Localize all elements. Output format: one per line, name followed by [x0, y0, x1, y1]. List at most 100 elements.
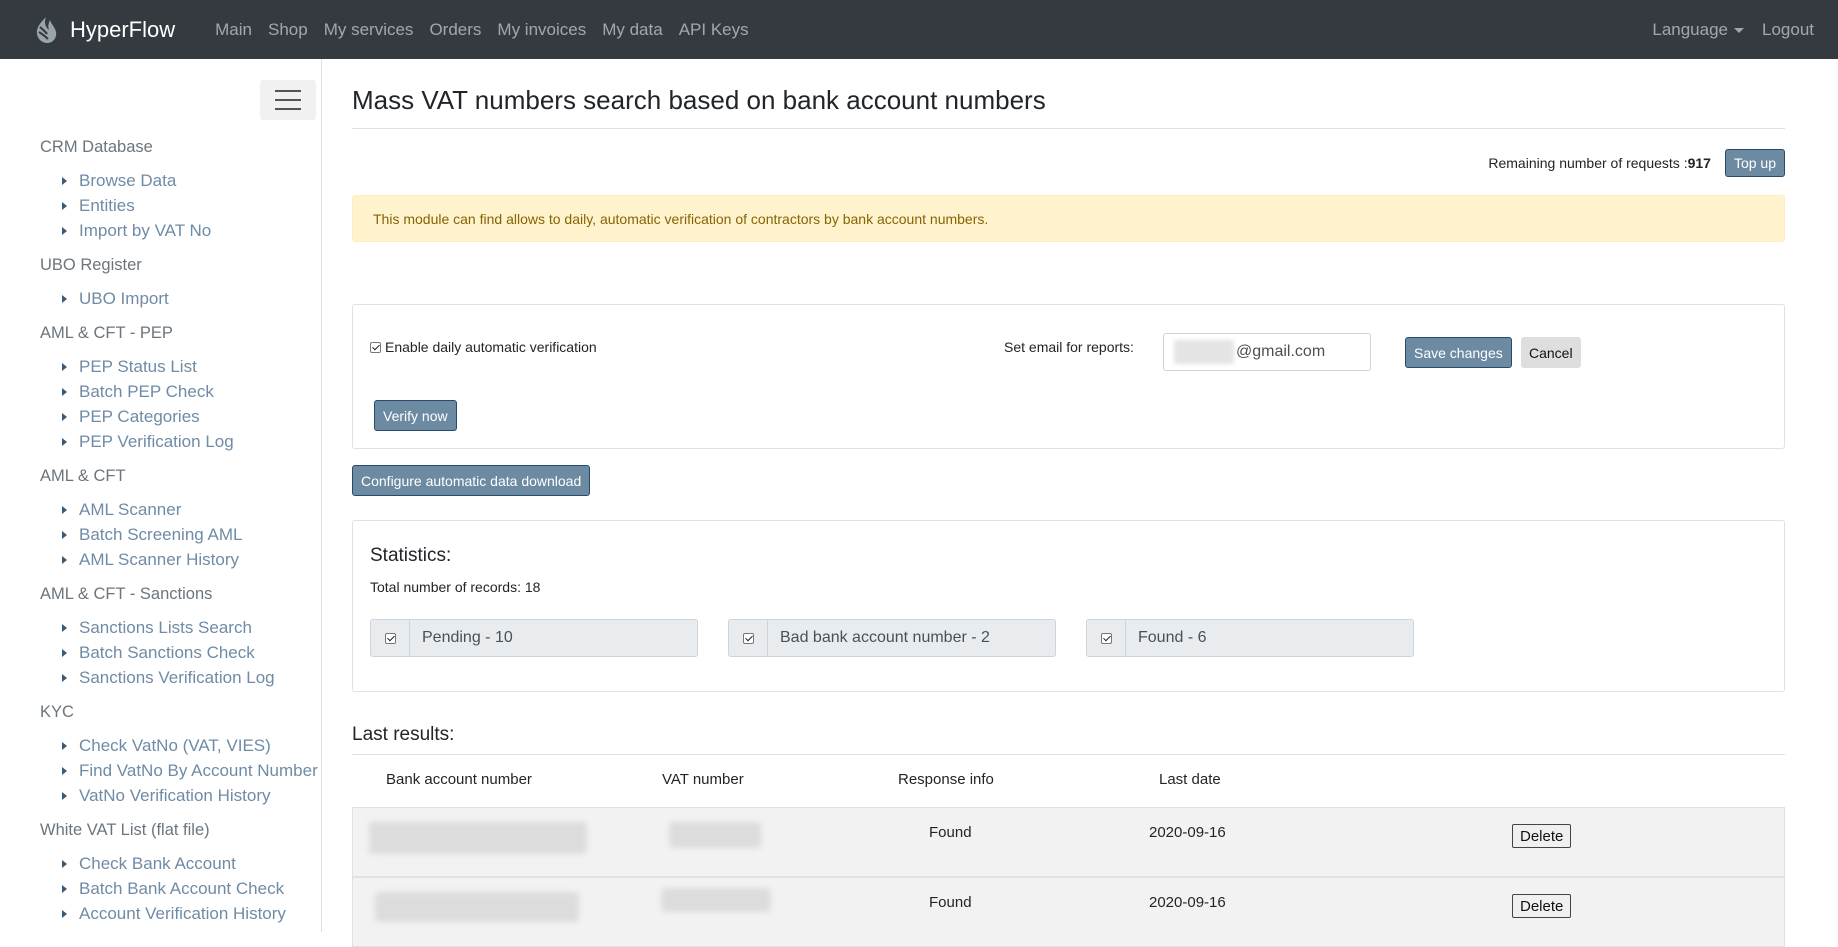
caret-down-icon [1734, 27, 1744, 33]
sidebar-item-aml-scanner[interactable]: AML Scanner [40, 497, 321, 522]
sidebar-item-find-vatno-by-account[interactable]: Find VatNo By Account Number [40, 758, 321, 783]
table-row: Found 2020-09-16 Delete [352, 877, 1785, 947]
statistics-total: Total number of records: 18 [370, 579, 541, 595]
last-results-title: Last results: [352, 724, 1785, 755]
response-info: Found [929, 894, 972, 911]
sidebar-item-entities[interactable]: Entities [40, 193, 321, 218]
caret-right-icon [62, 884, 67, 893]
caret-right-icon [62, 294, 67, 303]
top-up-button[interactable]: Top up [1724, 149, 1785, 177]
caret-right-icon [62, 387, 67, 396]
nav-link-shop[interactable]: Shop [268, 20, 308, 40]
main-nav: Main Shop My services Orders My invoices… [215, 20, 764, 40]
nav-link-main[interactable]: Main [215, 20, 252, 40]
table-header: Bank account number VAT number Response … [352, 755, 1785, 807]
enable-label: Enable daily automatic verification [385, 339, 597, 355]
logout-link[interactable]: Logout [1762, 20, 1814, 40]
language-label: Language [1652, 19, 1728, 39]
configure-download-button[interactable]: Configure automatic data download [352, 465, 591, 496]
caret-right-icon [62, 226, 67, 235]
sidebar-item-check-vatno[interactable]: Check VatNo (VAT, VIES) [40, 733, 321, 758]
enable-checkbox[interactable] [370, 341, 381, 353]
sidebar-item-sanctions-verification-log[interactable]: Sanctions Verification Log [40, 665, 321, 690]
redacted-vat-number [661, 888, 771, 912]
info-alert: This module can find allows to daily, au… [352, 195, 1785, 242]
brand-name: HyperFlow [70, 16, 176, 42]
sidebar-menu: CRM Database Browse Data Entities Import… [40, 135, 321, 932]
sidebar-group-title: KYC [40, 703, 74, 721]
col-response-info: Response info [898, 771, 994, 788]
caret-right-icon [62, 859, 67, 868]
sidebar: CRM Database Browse Data Entities Import… [0, 59, 322, 932]
sidebar-item-batch-pep-check[interactable]: Batch PEP Check [40, 379, 321, 404]
sidebar-item-vatno-verification-history[interactable]: VatNo Verification History [40, 783, 321, 808]
email-value: @gmail.com [1236, 343, 1326, 360]
caret-right-icon [62, 437, 67, 446]
sidebar-group-title: White VAT List (flat file) [40, 821, 210, 839]
brand[interactable]: HyperFlow [32, 15, 175, 45]
sidebar-item-pep-status-list[interactable]: PEP Status List [40, 354, 321, 379]
top-navbar: HyperFlow Main Shop My services Orders M… [0, 0, 1838, 59]
sidebar-item-account-verification-history[interactable]: Account Verification History [40, 901, 321, 926]
enable-daily-verification[interactable]: Enable daily automatic verification [370, 339, 597, 355]
alert-text: This module can find allows to daily, au… [373, 210, 989, 227]
sidebar-item-import-by-vat[interactable]: Import by VAT No [40, 218, 321, 243]
found-filter-checkbox[interactable] [1100, 632, 1112, 644]
nav-right: Language Logout [1634, 0, 1814, 59]
col-vat-number: VAT number [662, 771, 744, 788]
redacted-bank-account [375, 892, 579, 922]
bad-account-filter-checkbox[interactable] [742, 632, 754, 644]
sidebar-item-pep-categories[interactable]: PEP Categories [40, 404, 321, 429]
caret-right-icon [62, 623, 67, 632]
delete-button[interactable]: Delete [1512, 894, 1572, 918]
delete-button[interactable]: Delete [1512, 824, 1572, 848]
save-changes-button[interactable]: Save changes [1405, 337, 1512, 368]
col-bank-account: Bank account number [386, 771, 532, 788]
stat-pending-label: Pending - 10 [422, 629, 513, 646]
sidebar-item-batch-sanctions-check[interactable]: Batch Sanctions Check [40, 640, 321, 665]
nav-link-my-services[interactable]: My services [324, 20, 414, 40]
col-last-date: Last date [1159, 771, 1221, 788]
verify-now-button[interactable]: Verify now [374, 400, 457, 431]
last-date: 2020-09-16 [1149, 894, 1226, 911]
sidebar-item-pep-verification-log[interactable]: PEP Verification Log [40, 429, 321, 454]
stat-bad-account-label: Bad bank account number - 2 [780, 629, 990, 646]
sidebar-item-check-bank-account[interactable]: Check Bank Account [40, 851, 321, 876]
sidebar-item-batch-bank-account-check[interactable]: Batch Bank Account Check [40, 876, 321, 901]
email-input[interactable]: @gmail.com [1163, 333, 1371, 371]
caret-right-icon [62, 555, 67, 564]
sidebar-item-aml-scanner-history[interactable]: AML Scanner History [40, 547, 321, 572]
language-dropdown[interactable]: Language [1652, 20, 1744, 40]
statistics-title: Statistics: [370, 545, 452, 566]
flame-logo-icon [36, 16, 57, 43]
main-content: Mass VAT numbers search based on bank ac… [352, 59, 1785, 947]
redacted-bank-account [369, 822, 587, 854]
nav-link-my-invoices[interactable]: My invoices [497, 20, 586, 40]
caret-right-icon [62, 201, 67, 210]
email-label: Set email for reports: [1004, 339, 1134, 355]
sidebar-item-ubo-import[interactable]: UBO Import [40, 286, 321, 311]
stat-pending: Pending - 10 [370, 619, 698, 657]
cancel-button[interactable]: Cancel [1521, 337, 1581, 368]
nav-link-my-data[interactable]: My data [602, 20, 662, 40]
sidebar-item-batch-screening-aml[interactable]: Batch Screening AML [40, 522, 321, 547]
auto-verification-panel: Enable daily automatic verification Set … [352, 304, 1785, 449]
nav-link-orders[interactable]: Orders [429, 20, 481, 40]
caret-right-icon [62, 648, 67, 657]
page-title: Mass VAT numbers search based on bank ac… [352, 85, 1785, 129]
sidebar-group-title: CRM Database [40, 138, 153, 156]
nav-link-api-keys[interactable]: API Keys [679, 20, 749, 40]
table-row: Found 2020-09-16 Delete [352, 807, 1785, 877]
caret-right-icon [62, 673, 67, 682]
pending-filter-checkbox[interactable] [384, 632, 396, 644]
sidebar-group-title: AML & CFT - Sanctions [40, 585, 213, 603]
remaining-requests: Remaining number of requests : 917 Top u… [352, 149, 1785, 177]
stat-found-label: Found - 6 [1138, 629, 1207, 646]
sidebar-toggle-button[interactable] [260, 80, 316, 120]
redacted-email-prefix [1174, 340, 1234, 364]
sidebar-group-title: UBO Register [40, 256, 142, 274]
sidebar-item-browse-data[interactable]: Browse Data [40, 168, 321, 193]
sidebar-group-title: AML & CFT [40, 467, 126, 485]
sidebar-item-sanctions-lists-search[interactable]: Sanctions Lists Search [40, 615, 321, 640]
stat-bad-account: Bad bank account number - 2 [728, 619, 1056, 657]
